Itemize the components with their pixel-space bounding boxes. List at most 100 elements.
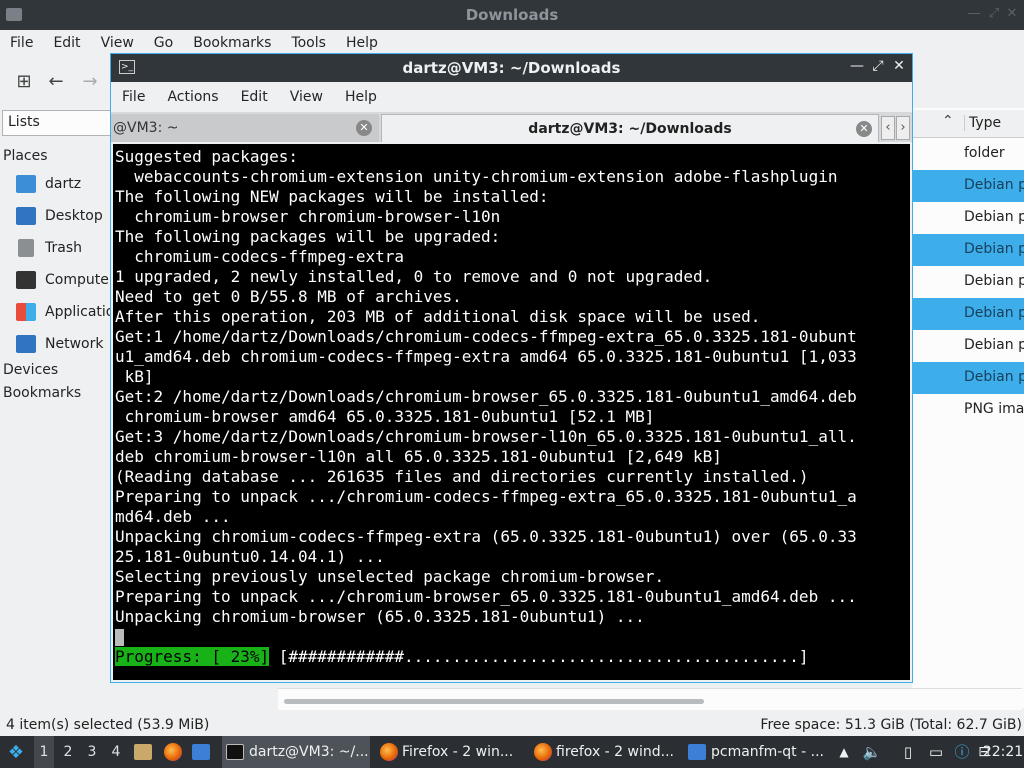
place-item-desktop[interactable]: Desktop xyxy=(16,202,103,230)
app-menu-icon[interactable]: ❖ xyxy=(4,736,28,768)
menu-bookmarks[interactable]: Bookmarks xyxy=(183,35,281,51)
menu-go[interactable]: Go xyxy=(144,35,183,51)
maximize-icon[interactable]: ⤢ xyxy=(869,58,887,74)
menu-view[interactable]: View xyxy=(279,89,334,105)
task-firefox-1[interactable]: Firefox - 2 win... xyxy=(376,736,526,768)
tab-scroll-left-icon[interactable]: ‹ xyxy=(881,116,895,140)
file-row[interactable]: PNG ima xyxy=(912,394,1024,426)
close-tab-icon[interactable]: ✕ xyxy=(856,121,872,137)
menu-file[interactable]: File xyxy=(0,35,43,51)
menu-view[interactable]: View xyxy=(91,35,144,51)
file-row[interactable]: Debian p xyxy=(912,202,1024,234)
terminal-title: dartz@VM3: ~/Downloads xyxy=(402,59,621,77)
terminal-window: >_ dartz@VM3: ~/Downloads — ⤢ ✕ File Act… xyxy=(110,53,913,683)
file-row[interactable]: Debian p xyxy=(912,362,1024,394)
terminal-line: deb chromium-browser-l10n all 65.0.3325.… xyxy=(115,447,722,466)
volume-icon[interactable]: 🔈 xyxy=(862,742,882,762)
desktop-switch-1[interactable]: 1 xyxy=(34,736,54,768)
file-manager-icon xyxy=(134,744,152,760)
side-pane-mode-select[interactable]: Lists xyxy=(2,110,114,136)
tab-scroll-right-icon[interactable]: › xyxy=(896,116,910,140)
task-label: dartz@VM3: ~/... xyxy=(249,744,369,760)
desktop-icon xyxy=(16,207,36,225)
sort-up-icon[interactable]: ⌃ xyxy=(942,113,954,129)
menu-edit[interactable]: Edit xyxy=(230,89,279,105)
tab-home[interactable]: @VM3: ~ ✕ xyxy=(111,114,379,142)
computer-icon xyxy=(16,271,36,289)
side-pane: Lists Places dartz Desktop Trash Compute… xyxy=(0,108,131,708)
progress-label: Progress: [ 23%] xyxy=(115,647,270,666)
terminal-progress-line: Progress: [ 23%] [############..........… xyxy=(115,647,910,667)
forward-arrow-icon[interactable]: → xyxy=(78,70,102,94)
place-label: Network xyxy=(45,336,104,352)
place-item-trash[interactable]: Trash xyxy=(16,234,82,262)
folder-icon xyxy=(688,744,706,760)
back-arrow-icon[interactable]: ← xyxy=(44,70,68,94)
file-row[interactable]: Debian p xyxy=(912,266,1024,298)
task-firefox-2[interactable]: firefox - 2 wind... xyxy=(530,736,680,768)
close-tab-icon[interactable]: ✕ xyxy=(356,120,372,136)
firefox-icon xyxy=(164,743,182,761)
file-row[interactable]: Debian p xyxy=(912,298,1024,330)
desktop-switch-2[interactable]: 2 xyxy=(58,736,78,768)
menu-actions[interactable]: Actions xyxy=(156,89,229,105)
clock[interactable]: 22:21 xyxy=(982,736,1024,768)
menu-help[interactable]: Help xyxy=(336,35,388,51)
minimize-icon[interactable]: — xyxy=(966,6,982,22)
bookmarks-heading[interactable]: Bookmarks xyxy=(3,385,81,401)
task-label: Firefox - 2 win... xyxy=(402,744,514,760)
quicklaunch-firefox[interactable] xyxy=(164,736,186,768)
maximize-icon[interactable]: ⤢ xyxy=(986,6,1002,22)
terminal-output[interactable]: Suggested packages: webaccounts-chromium… xyxy=(113,144,910,680)
menu-tools[interactable]: Tools xyxy=(281,35,336,51)
terminal-line: After this operation, 203 MB of addition… xyxy=(115,307,761,326)
place-label: Desktop xyxy=(45,208,103,224)
quicklaunch-desktop[interactable] xyxy=(192,736,215,768)
desktop-switch-3[interactable]: 3 xyxy=(82,736,102,768)
places-heading[interactable]: Places xyxy=(3,148,48,164)
new-tab-icon[interactable]: ⊞ xyxy=(12,70,36,94)
firefox-icon xyxy=(380,743,398,761)
terminal-line: Get:3 /home/dartz/Downloads/chromium-bro… xyxy=(115,427,857,446)
terminal-line: chromium-browser chromium-browser-l10n xyxy=(115,207,501,226)
place-item-computer[interactable]: Computer xyxy=(16,266,115,294)
place-item-network[interactable]: Network xyxy=(16,330,103,358)
file-row[interactable]: Debian p xyxy=(912,330,1024,362)
type-column-header[interactable]: Type xyxy=(964,115,1001,131)
scrollbar-thumb[interactable] xyxy=(284,699,704,704)
task-file-manager[interactable]: pcmanfm-qt - ... xyxy=(684,736,830,768)
terminal-line: (Reading database ... 261635 files and d… xyxy=(115,467,809,486)
place-item-dartz[interactable]: dartz xyxy=(16,170,81,198)
terminal-line: webaccounts-chromium-extension unity-chr… xyxy=(115,167,838,186)
file-list: ⌃ Type folder Debian p Debian p Debian p… xyxy=(912,108,1024,708)
file-row[interactable]: folder xyxy=(912,138,1024,170)
clipboard-icon[interactable]: ▯ xyxy=(898,742,918,762)
horizontal-scrollbar[interactable] xyxy=(278,688,1022,710)
menu-edit[interactable]: Edit xyxy=(43,35,90,51)
place-label: Computer xyxy=(45,272,115,288)
terminal-line: Unpacking chromium-codecs-ffmpeg-extra (… xyxy=(115,527,857,546)
place-label: dartz xyxy=(45,176,82,192)
devices-heading[interactable]: Devices xyxy=(3,362,58,378)
desktop-switch-4[interactable]: 4 xyxy=(106,736,126,768)
terminal-tab-bar: @VM3: ~ ✕ dartz@VM3: ~/Downloads ✕ ‹ › xyxy=(111,112,912,142)
minimize-icon[interactable]: — xyxy=(848,58,866,74)
close-icon[interactable]: ✕ xyxy=(1004,6,1020,22)
quicklaunch-file-manager[interactable] xyxy=(134,736,157,768)
menu-help[interactable]: Help xyxy=(334,89,388,105)
close-icon[interactable]: ✕ xyxy=(890,58,908,74)
file-row[interactable]: Debian p xyxy=(912,170,1024,202)
task-terminal[interactable]: dartz@VM3: ~/... xyxy=(222,736,370,768)
file-manager-title: Downloads xyxy=(465,6,559,24)
column-header: ⌃ Type xyxy=(912,110,1024,138)
display-icon[interactable]: ▭ xyxy=(926,742,946,762)
menu-file[interactable]: File xyxy=(111,89,156,105)
tab-downloads[interactable]: dartz@VM3: ~/Downloads ✕ xyxy=(381,114,879,142)
scroll-arrows-icon[interactable]: ▲ xyxy=(834,742,854,762)
status-bar: 4 item(s) selected (53.9 MiB) Free space… xyxy=(0,712,1024,736)
file-row[interactable]: Debian p xyxy=(912,234,1024,266)
terminal-line: The following packages will be upgraded: xyxy=(115,227,501,246)
task-label: firefox - 2 wind... xyxy=(556,744,674,760)
terminal-line: Preparing to unpack .../chromium-browser… xyxy=(115,587,857,606)
info-icon[interactable]: ⓘ xyxy=(952,742,972,762)
